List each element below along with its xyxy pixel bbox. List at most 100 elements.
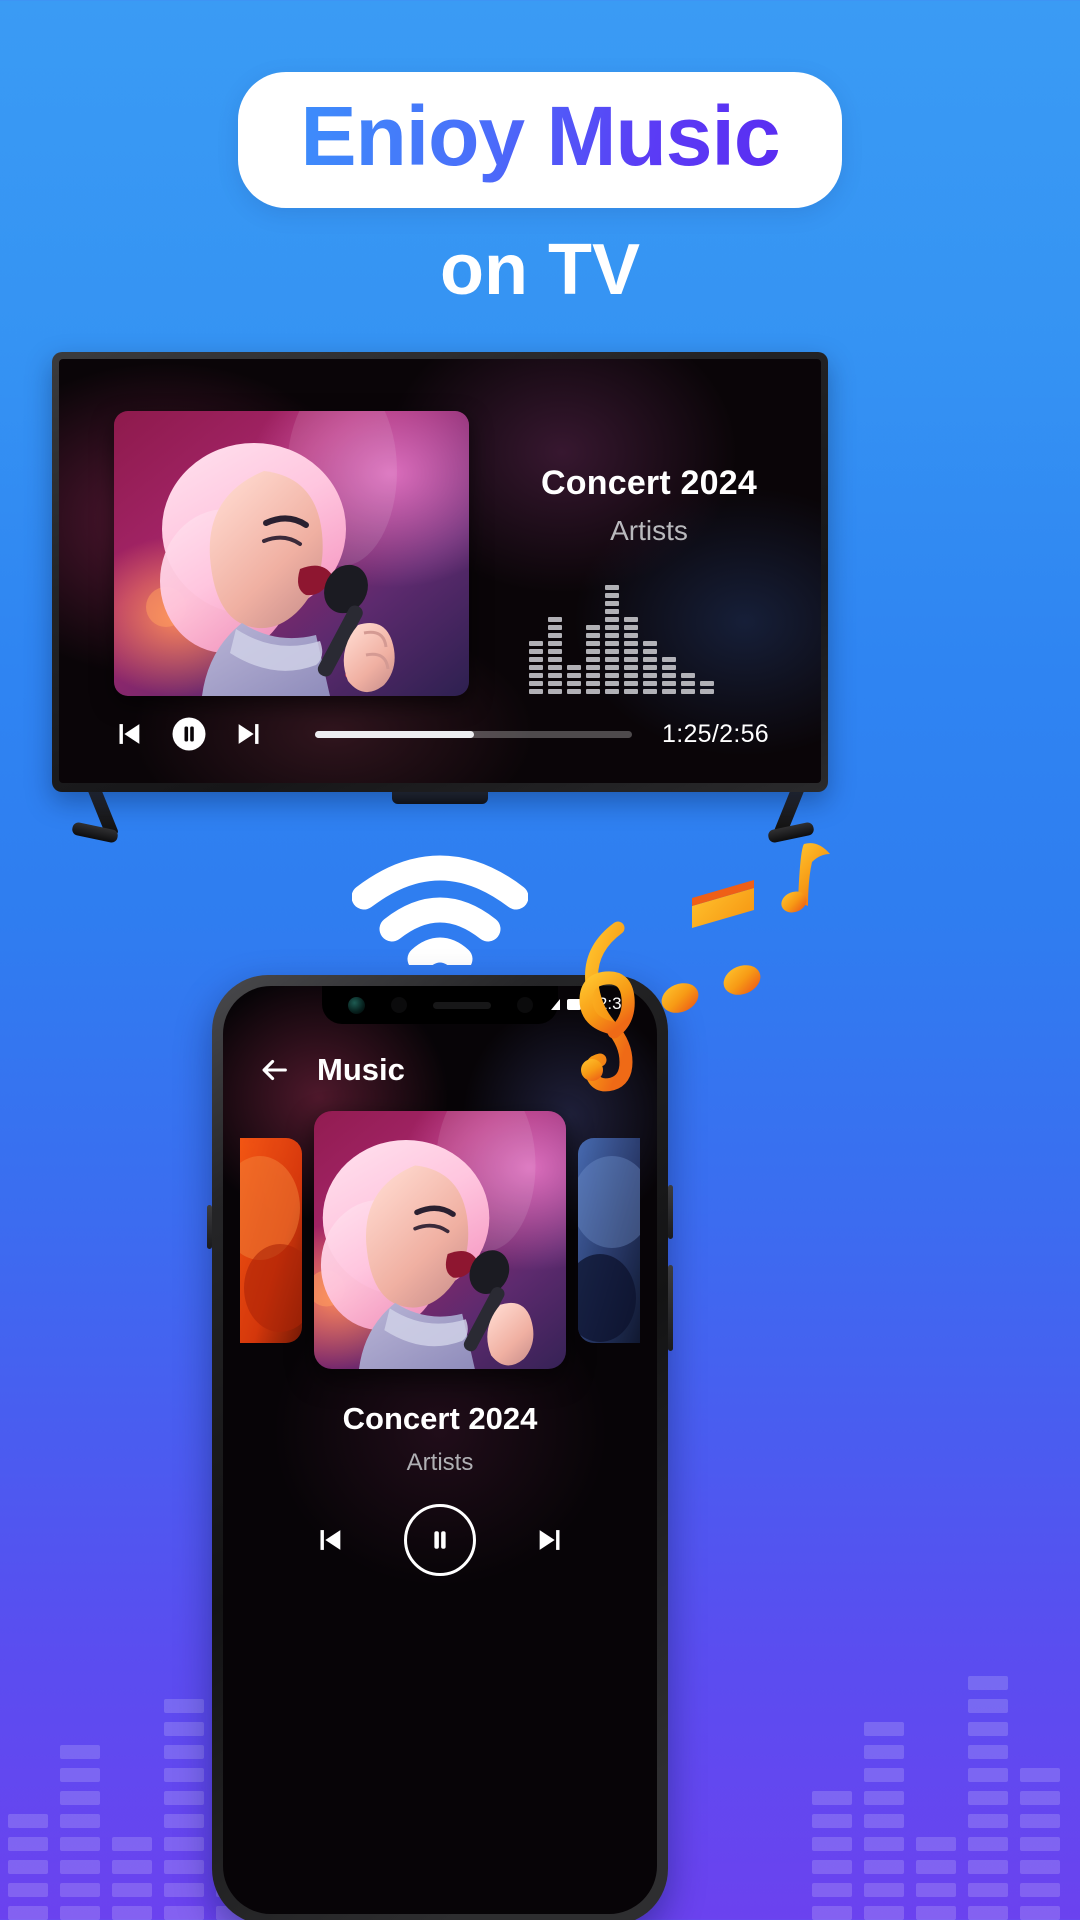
equalizer-segment: [681, 681, 695, 686]
bg-equalizer-segment: [164, 1814, 204, 1828]
equalizer-segment: [605, 665, 619, 670]
bg-equalizer-segment: [916, 1906, 956, 1920]
eighth-note-icon: [781, 843, 830, 913]
tv-equalizer: [529, 585, 739, 694]
equalizer-segment: [624, 625, 638, 630]
bg-equalizer-segment: [812, 1837, 852, 1851]
equalizer-segment: [567, 689, 581, 694]
equalizer-segment: [548, 633, 562, 638]
equalizer-segment: [643, 689, 657, 694]
bg-equalizer-segment: [60, 1791, 100, 1805]
equalizer-segment: [548, 665, 562, 670]
next-icon[interactable]: [534, 1523, 568, 1557]
bg-equalizer-segment: [164, 1768, 204, 1782]
bg-equalizer-column: [60, 1745, 100, 1920]
bg-equalizer-segment: [164, 1722, 204, 1736]
music-notes: [560, 830, 880, 1120]
phone-volume-button[interactable]: [668, 1185, 673, 1239]
equalizer-column: [643, 641, 657, 694]
equalizer-segment: [624, 665, 638, 670]
equalizer-segment: [624, 681, 638, 686]
bg-equalizer-segment: [1020, 1814, 1060, 1828]
carousel-next-art[interactable]: [578, 1137, 640, 1343]
equalizer-segment: [548, 657, 562, 662]
equalizer-segment: [624, 633, 638, 638]
phone-player-controls: [223, 1504, 657, 1576]
equalizer-segment: [643, 673, 657, 678]
carousel-prev-art[interactable]: [240, 1137, 302, 1343]
previous-icon[interactable]: [312, 1523, 346, 1557]
previous-icon[interactable]: [111, 717, 145, 751]
phone-album-carousel[interactable]: [223, 1111, 657, 1369]
equalizer-segment: [548, 641, 562, 646]
tv-now-playing: Concert 2024 Artists: [484, 464, 814, 547]
tv-album-art: [114, 411, 469, 696]
phone-screen: 12:30 Music Concert 2024 Artists: [223, 986, 657, 1914]
equalizer-column: [567, 665, 581, 694]
phone-screen-title: Music: [317, 1052, 405, 1087]
bg-equalizer-segment: [60, 1814, 100, 1828]
equalizer-column: [624, 617, 638, 694]
sensor-dot-icon: [390, 997, 407, 1013]
equalizer-segment: [643, 681, 657, 686]
equalizer-segment: [605, 593, 619, 598]
phone-power-button[interactable]: [668, 1265, 673, 1351]
equalizer-segment: [605, 633, 619, 638]
next-icon[interactable]: [233, 717, 267, 751]
bg-equalizer-segment: [60, 1906, 100, 1920]
bg-equalizer-segment: [164, 1883, 204, 1897]
bg-equalizer-segment: [864, 1860, 904, 1874]
tv-player-controls: 1:25/2:56: [59, 711, 821, 757]
equalizer-segment: [624, 641, 638, 646]
bg-equalizer-segment: [8, 1814, 48, 1828]
bg-equalizer-segment: [1020, 1883, 1060, 1897]
equalizer-segment: [586, 633, 600, 638]
phone-album-art: [314, 1111, 566, 1369]
equalizer-segment: [605, 585, 619, 590]
bg-equalizer-column: [1020, 1768, 1060, 1920]
equalizer-segment: [605, 609, 619, 614]
equalizer-segment: [605, 681, 619, 686]
bg-equalizer-segment: [968, 1814, 1008, 1828]
bg-equalizer-segment: [164, 1860, 204, 1874]
equalizer-segment: [548, 617, 562, 622]
equalizer-segment: [586, 625, 600, 630]
bg-equalizer-segment: [164, 1791, 204, 1805]
equalizer-segment: [548, 673, 562, 678]
equalizer-segment: [529, 649, 543, 654]
equalizer-segment: [586, 681, 600, 686]
equalizer-segment: [643, 649, 657, 654]
equalizer-segment: [529, 673, 543, 678]
phone-side-button-left[interactable]: [207, 1205, 212, 1249]
pause-icon[interactable]: [171, 716, 207, 752]
bg-equalizer-segment: [968, 1791, 1008, 1805]
bg-equalizer-segment: [864, 1745, 904, 1759]
equalizer-segment: [643, 641, 657, 646]
bg-equalizer-segment: [812, 1814, 852, 1828]
equalizer-segment: [605, 649, 619, 654]
bg-equalizer-segment: [164, 1906, 204, 1920]
bg-equalizer-segment: [112, 1860, 152, 1874]
equalizer-segment: [624, 617, 638, 622]
bg-equalizer-segment: [164, 1699, 204, 1713]
equalizer-segment: [586, 673, 600, 678]
bg-equalizer-segment: [812, 1791, 852, 1805]
back-arrow-icon[interactable]: [257, 1053, 291, 1087]
equalizer-segment: [662, 665, 676, 670]
bg-equalizer-segment: [968, 1860, 1008, 1874]
equalizer-segment: [605, 673, 619, 678]
bg-equalizer-segment: [8, 1837, 48, 1851]
bg-equalizer-segment: [864, 1814, 904, 1828]
equalizer-segment: [700, 681, 714, 686]
equalizer-segment: [643, 657, 657, 662]
bg-equalizer-column: [864, 1722, 904, 1920]
bg-equalizer-segment: [60, 1883, 100, 1897]
tv-progress-bar[interactable]: [315, 730, 633, 738]
equalizer-segment: [548, 689, 562, 694]
bg-equalizer-segment: [1020, 1791, 1060, 1805]
tv-device: Concert 2024 Artists 1:25/2:56: [52, 352, 828, 792]
equalizer-segment: [605, 641, 619, 646]
page-title: Enioy Music: [300, 89, 780, 183]
pause-icon[interactable]: [404, 1504, 476, 1576]
bg-equalizer-segment: [60, 1768, 100, 1782]
